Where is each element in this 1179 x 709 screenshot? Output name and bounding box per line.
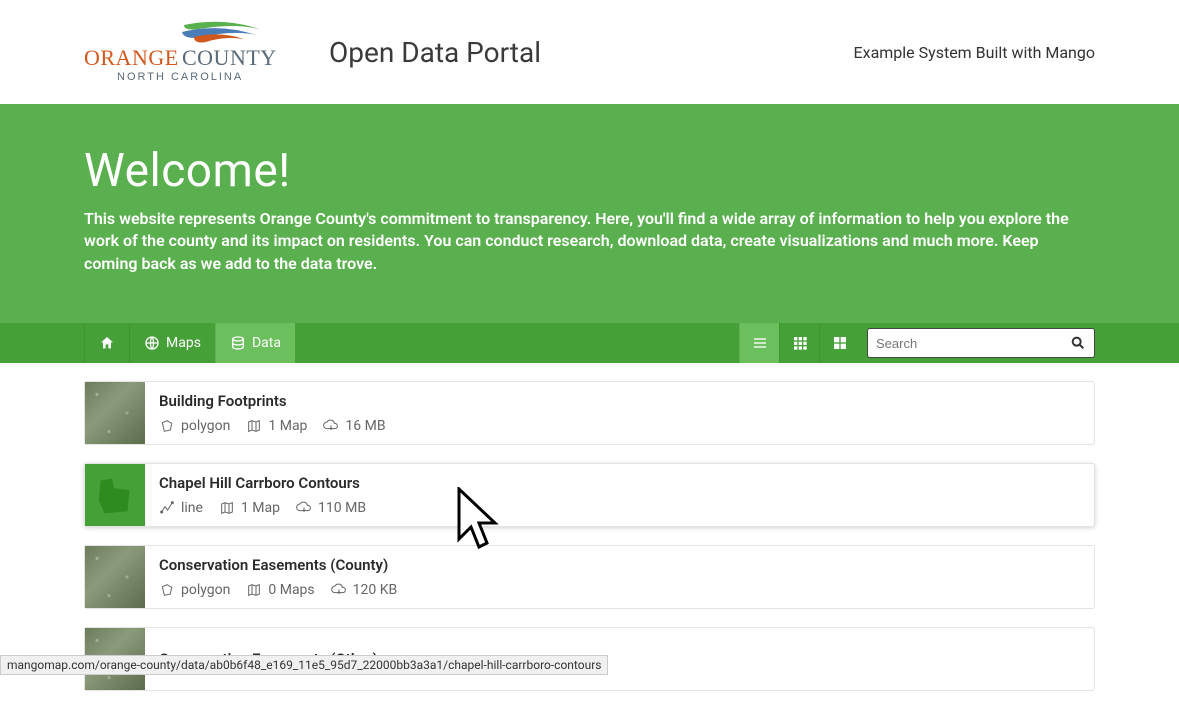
nav-bar: Maps Data — [0, 323, 1179, 363]
dataset-meta: polygon 0 Maps 120 KB — [159, 582, 397, 598]
dataset-thumb — [85, 382, 145, 444]
dataset-info: Building Footprints polygon 1 Map 16 MB — [145, 382, 400, 444]
list-item[interactable]: Building Footprints polygon 1 Map 16 MB — [84, 381, 1095, 445]
globe-icon — [144, 335, 160, 351]
grid-small-icon — [792, 335, 808, 351]
view-grid-large-button[interactable] — [819, 323, 859, 363]
map-icon — [246, 418, 262, 434]
grid-large-icon — [832, 335, 848, 351]
svg-text:COUNTY: COUNTY — [182, 45, 277, 70]
dataset-meta: polygon 1 Map 16 MB — [159, 418, 386, 434]
dataset-title: Building Footprints — [159, 392, 386, 410]
nav-maps[interactable]: Maps — [129, 323, 215, 363]
polygon-icon — [159, 582, 175, 598]
nav-home[interactable] — [84, 323, 129, 363]
view-list-button[interactable] — [739, 323, 779, 363]
portal-title: Open Data Portal — [329, 36, 541, 69]
nav-data[interactable]: Data — [215, 323, 295, 363]
tagline[interactable]: Example System Built with Mango — [854, 43, 1095, 62]
dataset-info: Chapel Hill Carrboro Contours line 1 Map… — [145, 464, 380, 526]
dataset-title: Chapel Hill Carrboro Contours — [159, 474, 366, 492]
nav-right — [739, 323, 1095, 363]
nav-maps-label: Maps — [166, 335, 201, 351]
dataset-title: Conservation Easements (County) — [159, 556, 397, 574]
hero-title: Welcome! — [84, 144, 1095, 198]
svg-text:NORTH CAROLINA: NORTH CAROLINA — [117, 71, 243, 83]
dataset-thumb — [85, 546, 145, 608]
status-bar: mangomap.com/orange-county/data/ab0b6f48… — [0, 655, 608, 675]
list-item[interactable]: Conservation Easements (County) polygon … — [84, 545, 1095, 609]
list-icon — [752, 335, 768, 351]
map-icon — [246, 582, 262, 598]
search-input[interactable] — [876, 336, 1070, 351]
download-icon — [331, 582, 347, 598]
hero-banner: Welcome! This website represents Orange … — [0, 104, 1179, 323]
search-box[interactable] — [867, 328, 1095, 358]
dataset-thumb — [85, 464, 145, 526]
orange-county-logo-icon: ORANGE COUNTY NORTH CAROLINA — [84, 17, 304, 87]
org-logo[interactable]: ORANGE COUNTY NORTH CAROLINA — [84, 17, 304, 87]
site-header: ORANGE COUNTY NORTH CAROLINA Open Data P… — [0, 0, 1179, 104]
download-icon — [296, 500, 312, 516]
nav-data-label: Data — [252, 335, 281, 351]
hero-body: This website represents Orange County's … — [84, 208, 1094, 275]
home-icon — [99, 335, 115, 351]
svg-text:ORANGE: ORANGE — [84, 45, 179, 70]
line-icon — [159, 500, 175, 516]
download-icon — [323, 418, 339, 434]
list-item[interactable]: Chapel Hill Carrboro Contours line 1 Map… — [84, 463, 1095, 527]
data-icon — [230, 335, 246, 351]
dataset-meta: line 1 Map 110 MB — [159, 500, 366, 516]
map-icon — [219, 500, 235, 516]
view-grid-small-button[interactable] — [779, 323, 819, 363]
dataset-info: Conservation Easements (County) polygon … — [145, 546, 411, 608]
polygon-icon — [159, 418, 175, 434]
search-icon — [1070, 335, 1086, 351]
